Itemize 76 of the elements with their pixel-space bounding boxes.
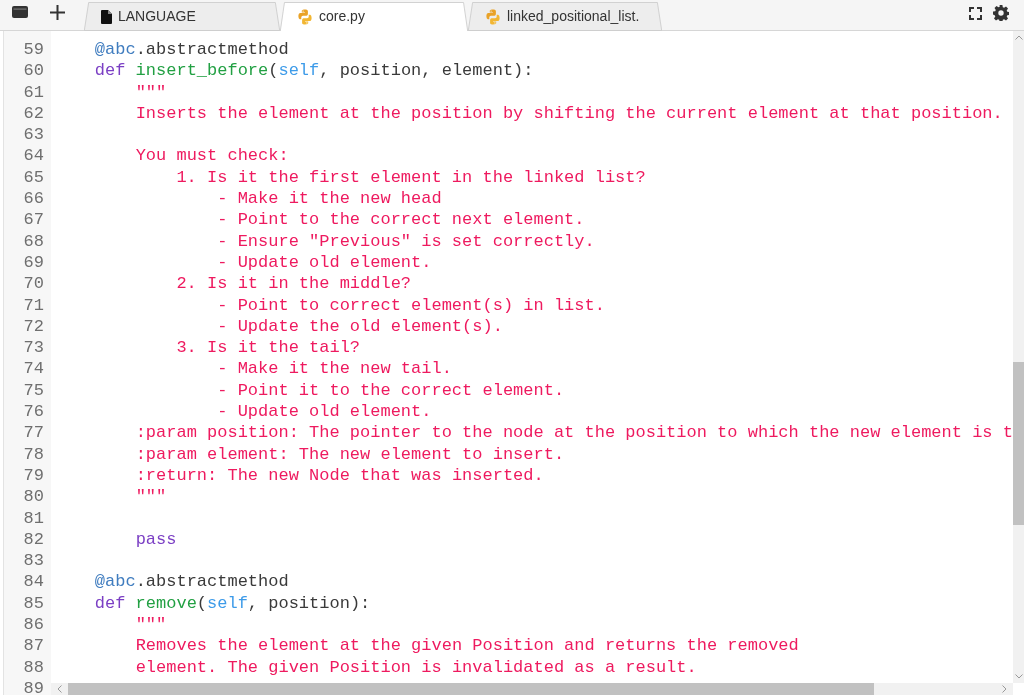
code-line: 2. Is it in the middle? <box>176 273 412 295</box>
code-line: - Update the old element(s). <box>217 315 503 338</box>
code-line: Inserts the element at the position by shifting the current element at that position. <box>135 102 1003 125</box>
code-line: """ <box>135 614 167 636</box>
code-line: You must check: <box>135 145 289 167</box>
python-logo-icon <box>297 8 313 25</box>
horizontal-scrollbar[interactable] <box>51 683 1013 695</box>
line-number: 75 <box>23 380 44 400</box>
line-number: 65 <box>23 167 44 187</box>
code-line: - Ensure "Previous" is set correctly. <box>217 230 595 252</box>
line-number: 81 <box>23 508 44 528</box>
line-number: 87 <box>23 636 44 656</box>
tab[interactable]: linked_positional_list. <box>468 2 662 31</box>
line-number: 69 <box>23 252 44 272</box>
chevron-right-icon[interactable] <box>1002 685 1007 693</box>
vertical-scrollbar[interactable] <box>1013 31 1024 683</box>
chevron-left-icon[interactable] <box>57 685 62 693</box>
line-number: 71 <box>23 295 44 315</box>
line-number: 88 <box>23 657 44 677</box>
line-number: 67 <box>23 210 44 230</box>
code-line: - Point to correct element(s) in list. <box>217 294 605 316</box>
line-number: 80 <box>23 487 44 507</box>
tab[interactable]: LANGUAGE <box>84 2 280 31</box>
code-line: 1. Is it the first element in the linked list? <box>176 166 646 189</box>
line-number: 72 <box>23 316 44 336</box>
line-number: 70 <box>23 274 44 294</box>
code-line: Removes the element at the given Position and returns the removed <box>135 635 799 657</box>
code-line: - Make it the new head <box>217 188 442 210</box>
code-line: :return: The new Node that was inserted. <box>135 464 544 487</box>
code-line: def insert_before(self, position, element): <box>94 60 534 82</box>
line-number: 64 <box>23 146 44 166</box>
code-line: @abc.abstractmethod <box>94 571 289 593</box>
code-line: :param position: The pointer to the node at the position to which the new element is t <box>135 422 1013 444</box>
line-number: 77 <box>23 423 44 443</box>
chevron-down-icon[interactable] <box>1014 674 1023 679</box>
code-line: - Update old element. <box>217 401 432 423</box>
line-number: 66 <box>23 189 44 209</box>
code-line: :param element: The new element to insert. <box>135 443 565 465</box>
code-line: """ <box>135 486 167 508</box>
line-number: 82 <box>23 529 44 549</box>
line-number: 68 <box>23 231 44 251</box>
line-number: 61 <box>23 82 44 102</box>
file-icon <box>101 9 112 24</box>
line-number: 74 <box>23 359 44 379</box>
fullscreen-icon[interactable] <box>969 6 982 20</box>
line-number: 79 <box>23 465 44 485</box>
line-number: 78 <box>23 444 44 464</box>
code-line: - Update old element. <box>217 251 432 274</box>
line-number: 83 <box>23 551 44 571</box>
code-line: - Point to the correct next element. <box>217 209 585 231</box>
line-number: 59 <box>23 40 44 59</box>
line-number: 62 <box>23 103 44 123</box>
line-number: 73 <box>23 338 44 358</box>
code-line: element. The given Position is invalidated as a result. <box>135 656 697 678</box>
line-number: 63 <box>23 125 44 145</box>
line-number: 76 <box>23 402 44 422</box>
code-line: pass <box>135 528 177 551</box>
code-line: """ <box>135 81 167 103</box>
line-number: 89 <box>23 678 44 695</box>
scrollbar-thumb[interactable] <box>68 683 874 695</box>
line-number: 85 <box>23 593 44 613</box>
code-line: - Point it to the correct element. <box>217 379 565 402</box>
chevron-up-icon[interactable] <box>1014 35 1023 40</box>
code-line: @abc.abstractmethod <box>94 39 289 61</box>
code-line: - Make it the new tail. <box>217 358 452 380</box>
line-number: 60 <box>23 61 44 81</box>
python-logo-icon <box>485 8 501 25</box>
code-line: 3. Is it the tail? <box>176 337 361 359</box>
line-number: 86 <box>23 615 44 634</box>
panel-icon[interactable] <box>12 6 28 18</box>
code-line: def remove(self, position): <box>94 592 371 614</box>
settings-icon[interactable] <box>993 5 1009 21</box>
tab[interactable]: core.py <box>280 2 468 31</box>
scrollbar-thumb[interactable] <box>1013 362 1024 525</box>
line-number: 84 <box>23 572 44 592</box>
plus-icon[interactable] <box>50 4 65 20</box>
